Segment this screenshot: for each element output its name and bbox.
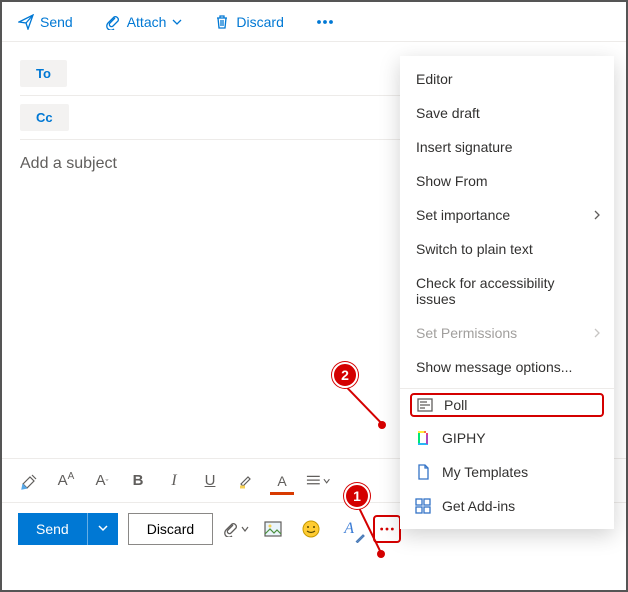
poll-icon [416,398,434,412]
bold-button[interactable]: B [126,469,150,493]
send-button[interactable]: Send [18,513,87,545]
underline-button[interactable]: U [198,469,222,493]
chevron-right-icon [592,210,602,220]
menu-set-permissions: Set Permissions [400,316,614,350]
font-increase-button[interactable]: AA [54,469,78,493]
menu-my-templates[interactable]: My Templates [400,455,614,489]
send-options-button[interactable] [87,513,118,545]
emoji-button[interactable] [297,515,325,543]
send-label-top: Send [40,14,73,30]
chevron-down-icon [98,523,108,533]
more-actions-menu: Editor Save draft Insert signature Show … [400,56,614,529]
menu-show-from[interactable]: Show From [400,164,614,198]
trash-icon [214,14,230,30]
top-toolbar: Send Attach Discard [2,2,626,42]
cc-button[interactable]: Cc [20,104,69,131]
align-icon [306,474,321,488]
send-button-top[interactable]: Send [10,10,81,34]
picture-icon [264,521,282,537]
more-actions-button[interactable] [373,515,401,543]
menu-show-options[interactable]: Show message options... [400,350,614,384]
ellipsis-icon [316,14,334,30]
chevron-down-icon [241,525,249,533]
chevron-down-icon [323,477,330,485]
paint-roller-icon [20,472,40,490]
paperclip-icon [223,521,239,537]
italic-button[interactable]: I [162,469,186,493]
send-icon [18,14,34,30]
menu-save-draft[interactable]: Save draft [400,96,614,130]
menu-poll[interactable]: Poll [410,393,604,417]
menu-accessibility[interactable]: Check for accessibility issues [400,266,614,316]
align-button[interactable] [306,469,330,493]
menu-set-importance[interactable]: Set importance [400,198,614,232]
menu-insert-signature[interactable]: Insert signature [400,130,614,164]
discard-label-top: Discard [236,14,283,30]
highlighter-icon [237,472,255,490]
attach-button-top[interactable]: Attach [97,10,191,34]
attach-label-top: Attach [127,14,167,30]
callout-badge-2: 2 [332,362,358,388]
discard-button[interactable]: Discard [128,513,213,545]
addins-icon [414,498,432,514]
insert-picture-button[interactable] [259,515,287,543]
giphy-icon [414,430,432,446]
smiley-icon [302,520,320,538]
callout-badge-1: 1 [344,483,370,509]
menu-switch-plain[interactable]: Switch to plain text [400,232,614,266]
ellipsis-icon [379,521,395,537]
editor-check-button[interactable]: A [335,515,363,543]
attach-button-bottom[interactable] [223,521,249,537]
menu-separator [400,388,614,389]
font-decrease-button[interactable]: Aˇ [90,469,114,493]
callout-dot-2 [378,421,386,429]
send-split-button: Send [18,513,118,545]
to-button[interactable]: To [20,60,67,87]
font-color-button[interactable]: A [270,469,294,493]
chevron-down-icon [172,17,182,27]
menu-editor[interactable]: Editor [400,62,614,96]
document-icon [414,464,432,480]
pencil-icon [355,533,365,543]
menu-get-addins[interactable]: Get Add-ins [400,489,614,523]
menu-giphy[interactable]: GIPHY [400,421,614,455]
callout-dot-1 [377,550,385,558]
discard-button-top[interactable]: Discard [206,10,291,34]
format-painter-button[interactable] [18,469,42,493]
more-button-top[interactable] [308,10,342,34]
highlight-button[interactable] [234,469,258,493]
chevron-right-icon [592,328,602,338]
paperclip-icon [105,14,121,30]
